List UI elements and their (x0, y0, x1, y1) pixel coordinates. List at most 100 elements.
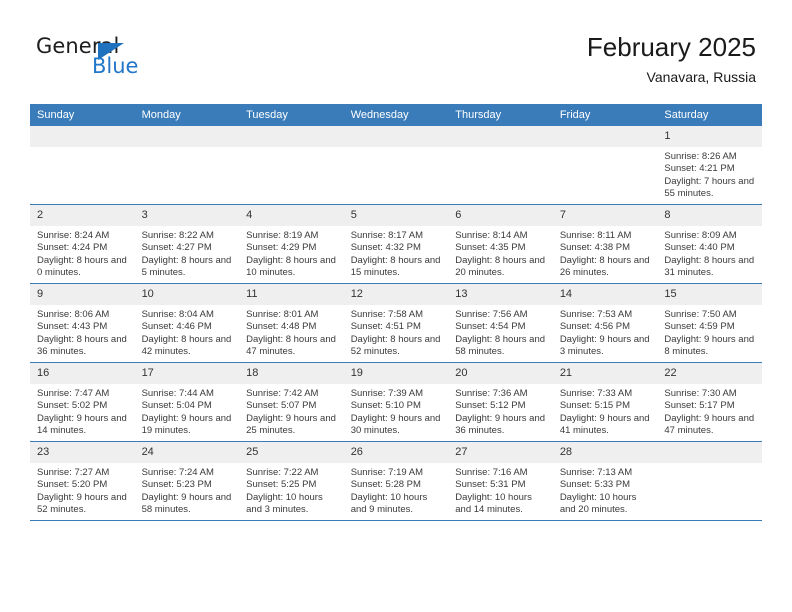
sunset-text: Sunset: 4:59 PM (664, 321, 735, 333)
calendar-day-cell[interactable]: 5 Sunrise: 8:17 AM Sunset: 4:32 PM Daylight… (343, 204, 449, 284)
sunset-text: Sunset: 4:38 PM (559, 242, 631, 254)
sunrise-text: Sunrise: 8:19 AM (246, 230, 319, 241)
sunset-text: Sunset: 4:51 PM (350, 321, 421, 333)
calendar-day-cell[interactable]: 7 Sunrise: 8:11 AM Sunset: 4:38 PM Daylight… (552, 204, 658, 284)
sunrise-text: Sunrise: 7:42 AM (246, 388, 319, 399)
sunset-text: Sunset: 5:04 PM (141, 400, 212, 412)
sunset-text: Sunset: 5:02 PM (37, 400, 108, 412)
calendar-day-cell[interactable]: 8 Sunrise: 8:09 AM Sunset: 4:40 PM Daylight… (657, 204, 762, 284)
sunrise-text: Sunrise: 7:58 AM (350, 309, 424, 320)
day-number: 3 (134, 205, 240, 226)
calendar-day-cell[interactable]: 26 Sunrise: 7:19 AM Sunset: 5:28 PM Dayligh… (343, 441, 449, 521)
sunrise-text: Sunrise: 7:36 AM (455, 388, 528, 399)
calendar-day-cell[interactable]: 13 Sunrise: 7:56 AM Sunset: 4:54 PM Dayligh… (448, 283, 553, 363)
day-sun-info: Sunrise: 8:01 AM Sunset: 4:48 PM Daylight:… (239, 305, 344, 358)
sunrise-text: Sunrise: 7:33 AM (559, 388, 633, 399)
daylight-text: Daylight: 9 hours and 25 minutes. (246, 412, 336, 436)
calendar-day-cell[interactable]: 14 Sunrise: 7:53 AM Sunset: 4:56 PM Dayligh… (552, 283, 658, 363)
day-sun-info: Sunrise: 8:17 AM Sunset: 4:32 PM Daylight:… (344, 226, 449, 279)
day-number (239, 126, 344, 147)
day-number: 12 (343, 284, 449, 305)
calendar-day-cell[interactable]: 3 Sunrise: 8:22 AM Sunset: 4:27 PM Daylight… (134, 204, 240, 284)
day-sun-info: Sunrise: 8:09 AM Sunset: 4:40 PM Daylight:… (657, 226, 762, 279)
daylight-text: Daylight: 8 hours and 31 minutes. (664, 254, 755, 278)
calendar-day-cell[interactable]: 18 Sunrise: 7:42 AM Sunset: 5:07 PM Dayligh… (239, 362, 344, 442)
daylight-text: Daylight: 9 hours and 47 minutes. (664, 412, 755, 436)
calendar-day-cell[interactable]: 27 Sunrise: 7:16 AM Sunset: 5:31 PM Dayligh… (448, 441, 553, 521)
calendar-day-cell[interactable]: 1 Sunrise: 8:26 AM Sunset: 4:21 PM Daylight… (657, 126, 762, 205)
daylight-text: Daylight: 9 hours and 14 minutes. (37, 412, 127, 436)
calendar-day-cell-empty (343, 126, 449, 205)
page-subtitle-location: Vanavara, Russia (646, 69, 756, 85)
day-sun-info: Sunrise: 7:53 AM Sunset: 4:56 PM Daylight:… (553, 305, 658, 358)
calendar-page: General Blue February 2025 Vanavara, Rus… (0, 0, 792, 612)
day-sun-info: Sunrise: 8:22 AM Sunset: 4:27 PM Daylight:… (135, 226, 240, 279)
day-number: 6 (448, 205, 553, 226)
day-number (30, 126, 135, 147)
calendar-day-cell[interactable]: 20 Sunrise: 7:36 AM Sunset: 5:12 PM Dayligh… (448, 362, 553, 442)
day-sun-info: Sunrise: 7:16 AM Sunset: 5:31 PM Daylight:… (448, 463, 553, 516)
calendar-day-cell[interactable]: 9 Sunrise: 8:06 AM Sunset: 4:43 PM Daylight… (30, 283, 135, 363)
sunrise-text: Sunrise: 7:22 AM (246, 467, 319, 478)
calendar-week-row: 2 Sunrise: 8:24 AM Sunset: 4:24 PM Daylight… (30, 204, 762, 284)
day-number: 16 (30, 363, 135, 384)
calendar-day-cell[interactable]: 2 Sunrise: 8:24 AM Sunset: 4:24 PM Daylight… (30, 204, 135, 284)
daylight-text: Daylight: 10 hours and 9 minutes. (350, 491, 428, 515)
day-sun-info: Sunrise: 8:19 AM Sunset: 4:29 PM Daylight:… (239, 226, 344, 279)
day-sun-info: Sunrise: 8:11 AM Sunset: 4:38 PM Daylight:… (553, 226, 658, 279)
day-sun-info: Sunrise: 7:39 AM Sunset: 5:10 PM Daylight:… (344, 384, 449, 437)
calendar-day-cell-empty (448, 126, 553, 205)
daylight-text: Daylight: 10 hours and 3 minutes. (246, 491, 323, 515)
day-sun-info: Sunrise: 8:24 AM Sunset: 4:24 PM Daylight:… (30, 226, 135, 279)
daylight-text: Daylight: 8 hours and 36 minutes. (37, 333, 127, 357)
day-sun-info: Sunrise: 7:58 AM Sunset: 4:51 PM Daylight:… (344, 305, 449, 358)
sunset-text: Sunset: 5:28 PM (350, 479, 421, 491)
day-sun-info: Sunrise: 7:42 AM Sunset: 5:07 PM Daylight:… (239, 384, 344, 437)
daylight-text: Daylight: 9 hours and 41 minutes. (559, 412, 650, 436)
weekday-header-saturday: Saturday (657, 104, 762, 126)
calendar-day-cell[interactable]: 28 Sunrise: 7:13 AM Sunset: 5:33 PM Dayligh… (552, 441, 658, 521)
calendar-day-cell[interactable]: 6 Sunrise: 8:14 AM Sunset: 4:35 PM Daylight… (448, 204, 553, 284)
daylight-text: Daylight: 9 hours and 52 minutes. (37, 491, 127, 515)
day-number: 4 (239, 205, 344, 226)
calendar-day-cell[interactable]: 12 Sunrise: 7:58 AM Sunset: 4:51 PM Dayligh… (343, 283, 449, 363)
day-number (343, 126, 449, 147)
day-number: 25 (239, 442, 344, 463)
calendar-day-cell[interactable]: 23 Sunrise: 7:27 AM Sunset: 5:20 PM Dayligh… (30, 441, 135, 521)
calendar-day-cell[interactable]: 25 Sunrise: 7:22 AM Sunset: 5:25 PM Dayligh… (239, 441, 344, 521)
day-number (657, 442, 762, 463)
day-sun-info: Sunrise: 7:19 AM Sunset: 5:28 PM Daylight:… (344, 463, 449, 516)
daylight-text: Daylight: 8 hours and 26 minutes. (559, 254, 650, 278)
sunset-text: Sunset: 5:20 PM (37, 479, 108, 491)
day-number: 24 (134, 442, 240, 463)
sunrise-text: Sunrise: 8:24 AM (37, 230, 110, 241)
sunset-text: Sunset: 4:27 PM (141, 242, 212, 254)
calendar-day-cell[interactable]: 21 Sunrise: 7:33 AM Sunset: 5:15 PM Dayligh… (552, 362, 658, 442)
sunset-text: Sunset: 5:25 PM (246, 479, 317, 491)
daylight-text: Daylight: 8 hours and 58 minutes. (455, 333, 546, 357)
calendar-day-cell-empty (657, 441, 762, 521)
daylight-text: Daylight: 9 hours and 30 minutes. (350, 412, 441, 436)
general-blue-logo[interactable]: General Blue (36, 36, 236, 84)
calendar-day-cell[interactable]: 19 Sunrise: 7:39 AM Sunset: 5:10 PM Dayligh… (343, 362, 449, 442)
calendar-day-cell[interactable]: 4 Sunrise: 8:19 AM Sunset: 4:29 PM Daylight… (239, 204, 344, 284)
calendar-day-cell[interactable]: 15 Sunrise: 7:50 AM Sunset: 4:59 PM Dayligh… (657, 283, 762, 363)
calendar-day-cell[interactable]: 10 Sunrise: 8:04 AM Sunset: 4:46 PM Dayligh… (134, 283, 240, 363)
day-sun-info: Sunrise: 7:30 AM Sunset: 5:17 PM Daylight:… (657, 384, 762, 437)
sunset-text: Sunset: 5:17 PM (664, 400, 735, 412)
calendar-day-cell[interactable]: 11 Sunrise: 8:01 AM Sunset: 4:48 PM Dayligh… (239, 283, 344, 363)
calendar-week-row: 16 Sunrise: 7:47 AM Sunset: 5:02 PM Dayligh… (30, 362, 762, 442)
sunrise-text: Sunrise: 7:16 AM (455, 467, 528, 478)
sunset-text: Sunset: 5:07 PM (246, 400, 317, 412)
day-sun-info: Sunrise: 7:27 AM Sunset: 5:20 PM Daylight:… (30, 463, 135, 516)
daylight-text: Daylight: 8 hours and 47 minutes. (246, 333, 336, 357)
calendar-day-cell[interactable]: 16 Sunrise: 7:47 AM Sunset: 5:02 PM Dayligh… (30, 362, 135, 442)
calendar-day-cell[interactable]: 22 Sunrise: 7:30 AM Sunset: 5:17 PM Dayligh… (657, 362, 762, 442)
calendar-day-cell[interactable]: 24 Sunrise: 7:24 AM Sunset: 5:23 PM Dayligh… (134, 441, 240, 521)
sunset-text: Sunset: 4:40 PM (664, 242, 735, 254)
calendar-week-row: 1 Sunrise: 8:26 AM Sunset: 4:21 PM Daylight… (30, 126, 762, 205)
sunrise-text: Sunrise: 8:17 AM (350, 230, 424, 241)
sunset-text: Sunset: 4:35 PM (455, 242, 526, 254)
page-header: General Blue February 2025 Vanavara, Rus… (0, 0, 792, 104)
calendar-day-cell[interactable]: 17 Sunrise: 7:44 AM Sunset: 5:04 PM Dayligh… (134, 362, 240, 442)
